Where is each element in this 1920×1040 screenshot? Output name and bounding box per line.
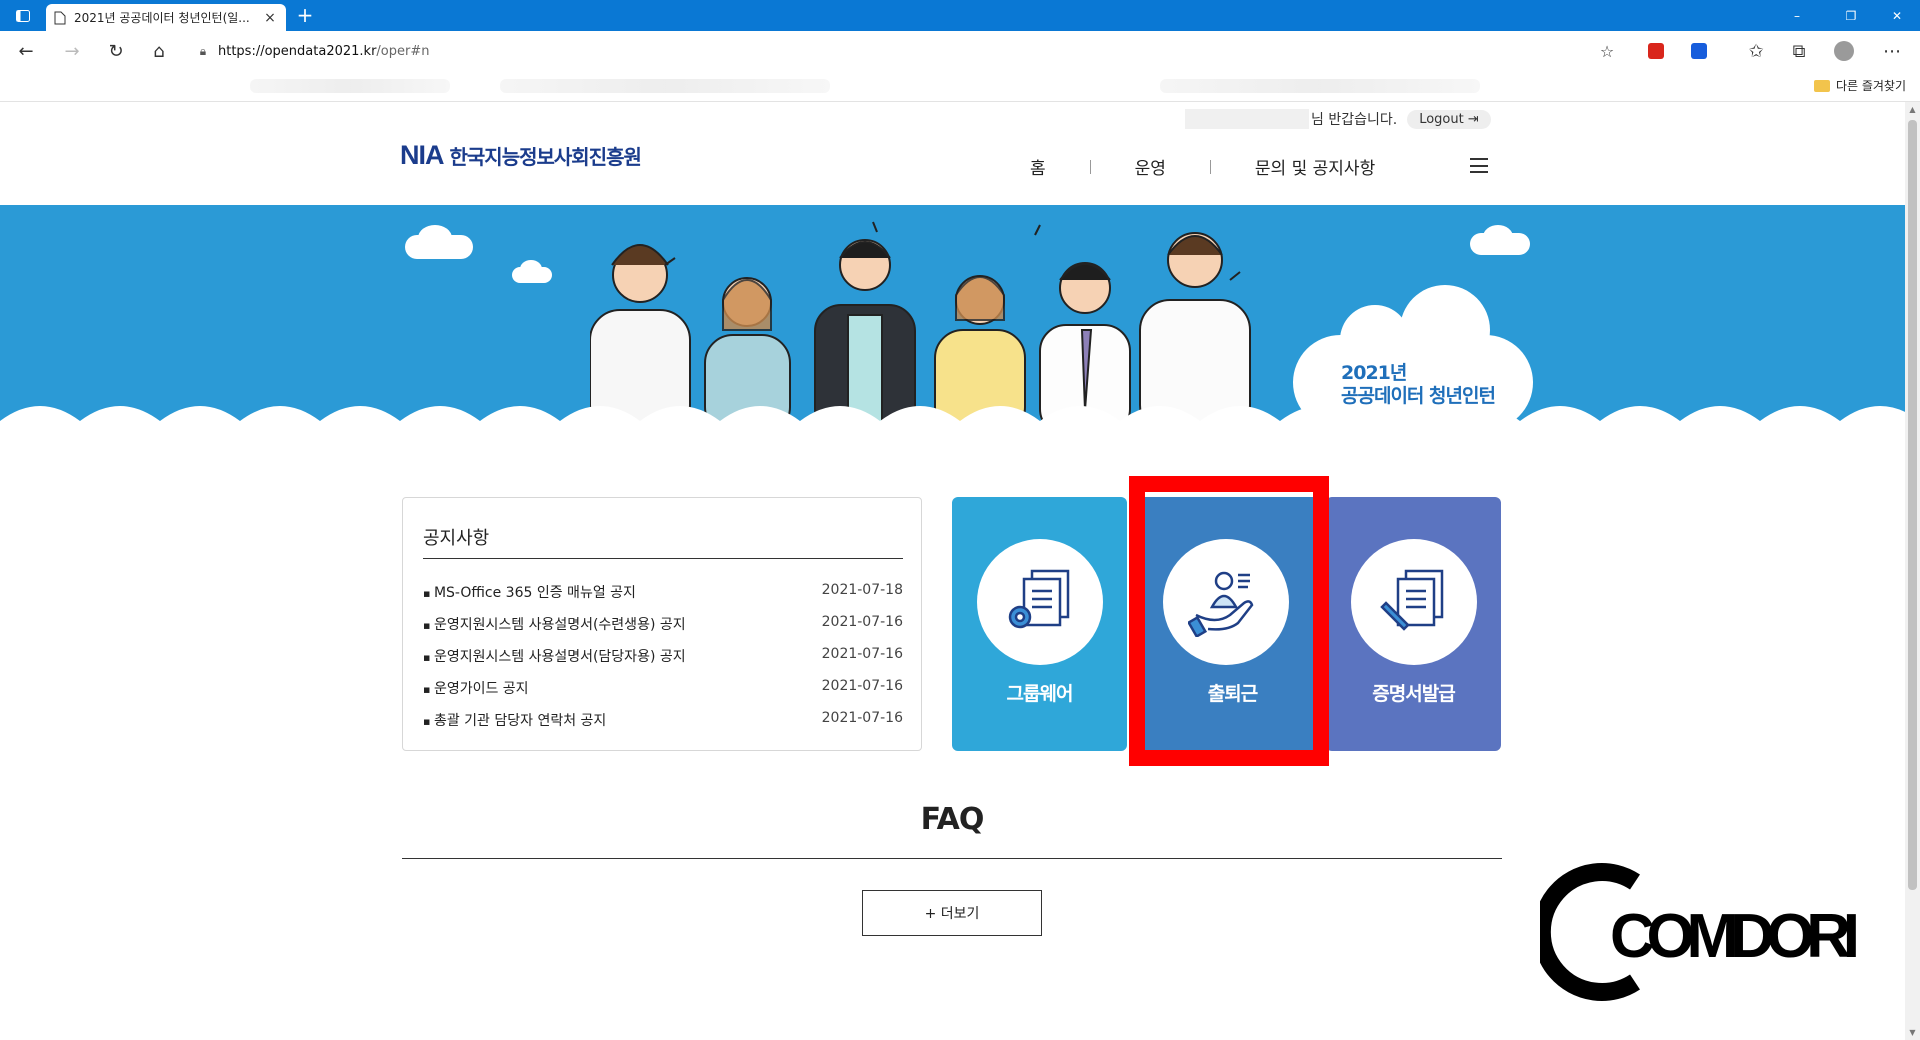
scroll-up-icon[interactable]: ▲ [1905, 102, 1920, 117]
tab-actions-icon[interactable] [0, 0, 46, 31]
nav-divider [1089, 159, 1091, 174]
scroll-down-icon[interactable]: ▼ [1905, 1025, 1920, 1040]
home-icon[interactable]: ⌂ [143, 37, 175, 65]
page-icon [54, 11, 66, 24]
favorites-bar: 다른 즐겨찾기 [0, 71, 1920, 102]
nav-home[interactable]: 홈 [1030, 154, 1046, 179]
close-window-button[interactable]: ✕ [1874, 0, 1920, 31]
certificate-pen-icon [1351, 539, 1477, 665]
refresh-icon[interactable]: ↻ [100, 37, 132, 65]
restore-button[interactable]: ❐ [1828, 0, 1874, 31]
svg-text:COMDORI: COMDORI [1610, 902, 1860, 971]
favorites-icon[interactable]: ✩ [1740, 37, 1772, 65]
notice-item-date: 2021-07-16 [821, 710, 903, 726]
groupware-label: 그룹웨어 [1006, 683, 1074, 705]
logo-org-name: 한국지능정보사회진흥원 [449, 145, 642, 169]
back-icon[interactable]: ← [10, 37, 42, 65]
user-greeting: 님 반갑습니다. Logout ⇥ [1185, 108, 1491, 130]
more-button[interactable]: + 더보기 [862, 890, 1042, 936]
cloud-decoration [418, 225, 452, 251]
main-navigation: 홈 운영 문의 및 공지사항 [1030, 154, 1375, 179]
notice-item[interactable]: 운영지원시스템 사용설명서(수련생용) 공지 2021-07-16 [423, 614, 903, 646]
notice-item[interactable]: MS-Office 365 인증 매뉴얼 공지 2021-07-18 [423, 582, 903, 614]
blurred-favorite[interactable] [250, 79, 450, 93]
address-bar[interactable]: 🔒︎ https://opendata2021.kr/oper#n [188, 36, 1628, 66]
collections-icon[interactable]: ⧉ [1783, 37, 1815, 65]
notice-item-title[interactable]: MS-Office 365 인증 매뉴얼 공지 [423, 582, 636, 614]
notice-item[interactable]: 운영지원시스템 사용설명서(담당자용) 공지 2021-07-16 [423, 646, 903, 678]
notice-item[interactable]: 운영가이드 공지 2021-07-16 [423, 678, 903, 710]
lock-icon: 🔒︎ [199, 43, 207, 58]
minimize-button[interactable]: – [1774, 0, 1820, 31]
scrollbar-thumb[interactable] [1908, 120, 1917, 890]
logo-abbr: NIA [400, 140, 444, 170]
certificate-label: 증명서발급 [1372, 683, 1455, 705]
documents-gear-icon [977, 539, 1103, 665]
logout-button[interactable]: Logout ⇥ [1407, 109, 1491, 129]
faq-title: FAQ [920, 802, 985, 837]
blurred-favorite[interactable] [1160, 79, 1480, 93]
masked-username [1185, 109, 1309, 129]
profile-icon[interactable] [1828, 37, 1860, 65]
page-scrollbar[interactable]: ▲ ▼ [1905, 102, 1920, 1040]
notice-item-date: 2021-07-18 [821, 582, 903, 598]
notice-item-title[interactable]: 총괄 기관 담당자 연락처 공지 [423, 710, 606, 742]
blurred-favorite[interactable] [500, 79, 830, 93]
certificate-card[interactable]: 증명서발급 [1326, 497, 1501, 751]
banner-title-line1: 2021년 [1341, 362, 1407, 384]
notice-item-title[interactable]: 운영가이드 공지 [423, 678, 529, 710]
extension-red-icon[interactable] [1640, 37, 1672, 65]
folder-icon [1813, 79, 1830, 92]
red-highlight-box [1129, 476, 1329, 766]
banner-cloud-edge [0, 406, 1905, 437]
add-favorite-icon[interactable]: ☆ [1591, 37, 1623, 65]
faq-divider [402, 858, 1502, 859]
browser-tab-bar: 2021년 공공데이터 청년인턴(일... × + – ❐ ✕ [0, 0, 1920, 31]
other-favorites-label: 다른 즐겨찾기 [1835, 79, 1906, 93]
notice-list: MS-Office 365 인증 매뉴얼 공지 2021-07-18 운영지원시스… [423, 582, 903, 742]
notice-item-title[interactable]: 운영지원시스템 사용설명서(담당자용) 공지 [423, 646, 686, 678]
notice-item-date: 2021-07-16 [821, 678, 903, 694]
url-host: https://opendata2021.kr [218, 43, 377, 59]
more-options-icon[interactable]: ⋯ [1876, 37, 1908, 65]
other-favorites[interactable]: 다른 즐겨찾기 [1813, 77, 1906, 94]
cloud-decoration [520, 260, 542, 278]
nav-divider [1209, 159, 1211, 174]
notice-item-date: 2021-07-16 [821, 614, 903, 630]
hero-banner: 2021년 공공데이터 청년인턴 [0, 205, 1905, 437]
greeting-text: 님 반갑습니다. [1311, 112, 1398, 128]
forward-icon[interactable]: → [56, 37, 88, 65]
notice-item-title[interactable]: 운영지원시스템 사용설명서(수련생용) 공지 [423, 614, 686, 646]
tab-close-icon[interactable]: × [262, 10, 278, 26]
new-tab-button[interactable]: + [293, 4, 317, 28]
browser-toolbar: ← → ↻ ⌂ 🔒︎ https://opendata2021.kr/oper#… [0, 31, 1920, 71]
cloud-decoration [1483, 225, 1513, 249]
groupware-card[interactable]: 그룹웨어 [952, 497, 1127, 751]
comdori-watermark-logo: COMDORI [1540, 863, 1860, 1001]
notice-item[interactable]: 총괄 기관 담당자 연락처 공지 2021-07-16 [423, 710, 903, 742]
nav-operation[interactable]: 운영 [1135, 154, 1166, 179]
hamburger-menu-icon[interactable] [1470, 158, 1488, 173]
nav-inquiry-notice[interactable]: 문의 및 공지사항 [1255, 154, 1375, 179]
notice-divider [423, 558, 903, 559]
web-page: 님 반갑습니다. Logout ⇥ NIA 한국지능정보사회진흥원 홈 운영 문… [0, 102, 1905, 1040]
site-logo[interactable]: NIA 한국지능정보사회진흥원 [400, 140, 642, 171]
tab-title: 2021년 공공데이터 청년인턴(일... [74, 11, 250, 25]
url-path: /oper#n [376, 43, 430, 59]
notice-item-date: 2021-07-16 [821, 646, 903, 662]
active-tab[interactable]: 2021년 공공데이터 청년인턴(일... × [46, 4, 286, 31]
notice-title[interactable]: 공지사항 [423, 524, 489, 550]
notice-panel: 공지사항 MS-Office 365 인증 매뉴얼 공지 2021-07-18 운… [402, 497, 922, 751]
bitwarden-icon[interactable] [1683, 37, 1715, 65]
